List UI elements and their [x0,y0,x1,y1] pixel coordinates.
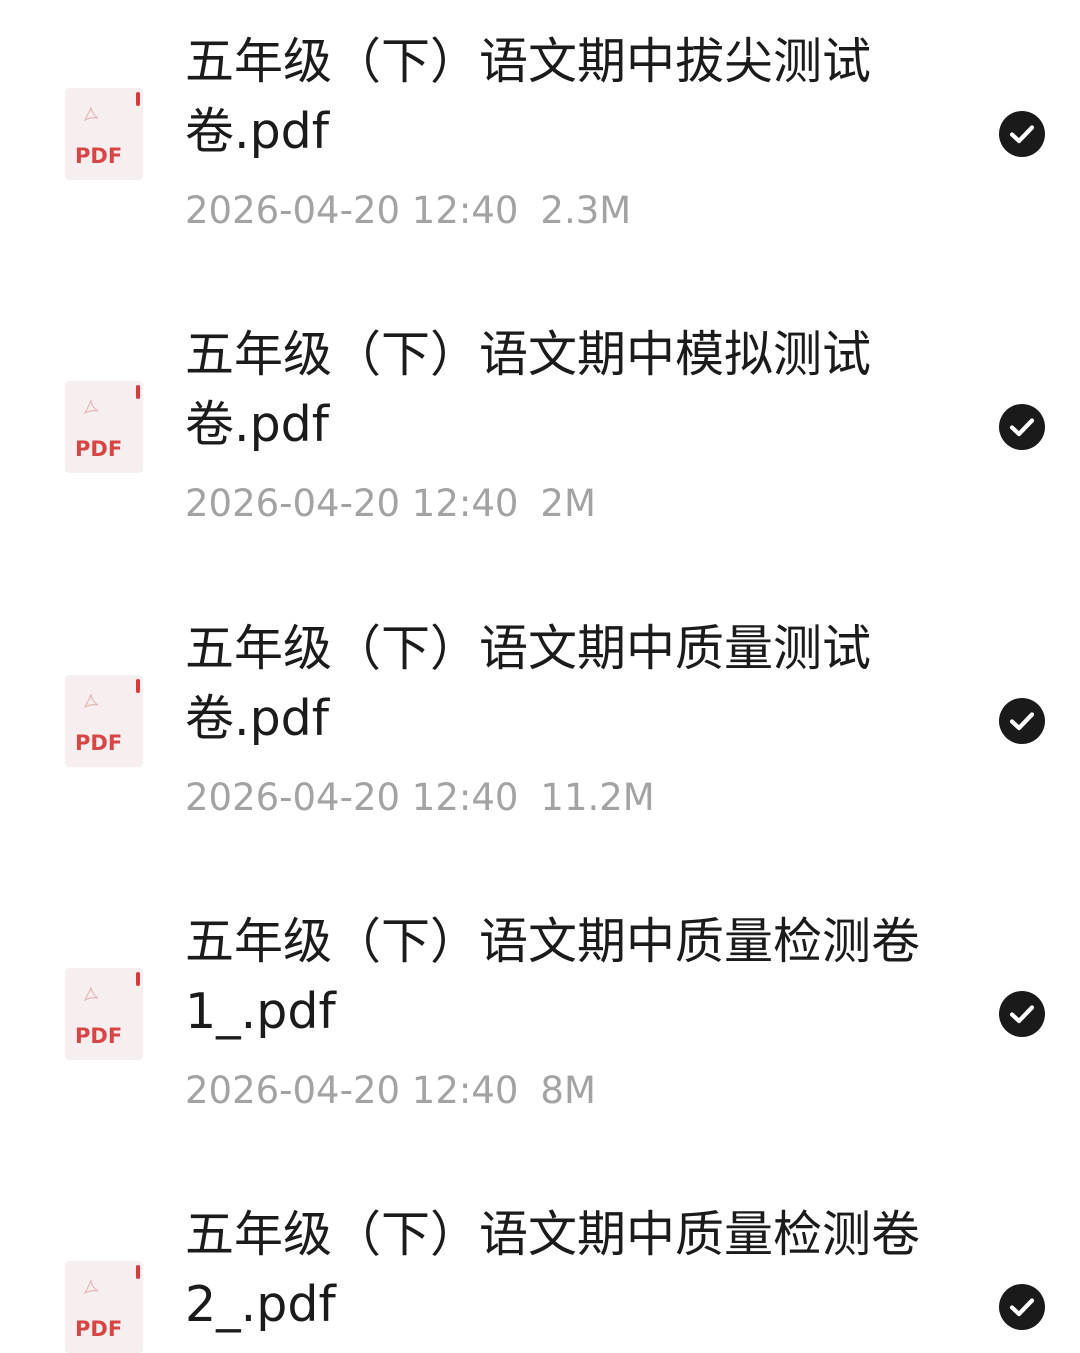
pdf-file-icon: PDF [65,968,143,1060]
acrobat-icon [83,693,99,709]
file-list: PDF 五年级（下）语文期中拔尖测试卷.pdf 2026-04-20 12:40… [0,0,1080,1353]
file-size: 8M [540,1069,596,1112]
pdf-file-icon: PDF [65,381,143,473]
file-date: 2026-04-20 12:40 [185,776,519,819]
file-date: 2026-04-20 12:40 [185,1069,519,1112]
pdf-file-icon: PDF [65,675,143,767]
file-size: 2.3M [540,189,632,232]
pdf-icon-label: PDF [75,1024,123,1048]
pdf-icon-corner [136,972,140,986]
file-date: 2026-04-20 12:40 [185,189,519,232]
acrobat-icon [83,1279,99,1295]
check-icon[interactable] [999,1284,1045,1330]
file-row[interactable]: PDF 五年级（下）语文期中质量检测卷1_.pdf 2026-04-20 12:… [0,880,1080,1173]
check-icon[interactable] [999,111,1045,157]
file-name: 五年级（下）语文期中质量检测卷2_.pdf [185,1206,921,1333]
file-meta: 2026-04-20 12:40 11.2M [185,776,655,820]
file-row[interactable]: PDF 五年级（下）语文期中拔尖测试卷.pdf 2026-04-20 12:40… [0,0,1080,293]
file-name: 五年级（下）语文期中拔尖测试卷.pdf [185,33,872,160]
acrobat-icon [83,986,99,1002]
pdf-file-icon: PDF [65,1261,143,1353]
pdf-icon-corner [136,1265,140,1279]
file-size: 11.2M [540,776,655,819]
file-name: 五年级（下）语文期中模拟测试卷.pdf [185,326,872,453]
pdf-file-icon: PDF [65,88,143,180]
pdf-icon-label: PDF [75,144,123,168]
acrobat-icon [83,399,99,415]
pdf-icon-corner [136,385,140,399]
file-row[interactable]: PDF 五年级（下）语文期中质量检测卷2_.pdf [0,1173,1080,1353]
file-meta: 2026-04-20 12:40 8M [185,1069,596,1113]
pdf-icon-label: PDF [75,1317,123,1341]
file-name: 五年级（下）语文期中质量测试卷.pdf [185,620,872,747]
pdf-icon-corner [136,92,140,106]
check-icon[interactable] [999,404,1045,450]
file-row[interactable]: PDF 五年级（下）语文期中模拟测试卷.pdf 2026-04-20 12:40… [0,293,1080,586]
pdf-icon-label: PDF [75,731,123,755]
file-size: 2M [540,482,596,525]
file-row[interactable]: PDF 五年级（下）语文期中质量测试卷.pdf 2026-04-20 12:40… [0,587,1080,880]
file-date: 2026-04-20 12:40 [185,482,519,525]
pdf-icon-label: PDF [75,437,123,461]
file-name: 五年级（下）语文期中质量检测卷1_.pdf [185,913,921,1040]
check-icon[interactable] [999,991,1045,1037]
check-icon[interactable] [999,698,1045,744]
file-meta: 2026-04-20 12:40 2.3M [185,189,631,233]
acrobat-icon [83,106,99,122]
pdf-icon-corner [136,679,140,693]
file-meta: 2026-04-20 12:40 2M [185,482,596,526]
